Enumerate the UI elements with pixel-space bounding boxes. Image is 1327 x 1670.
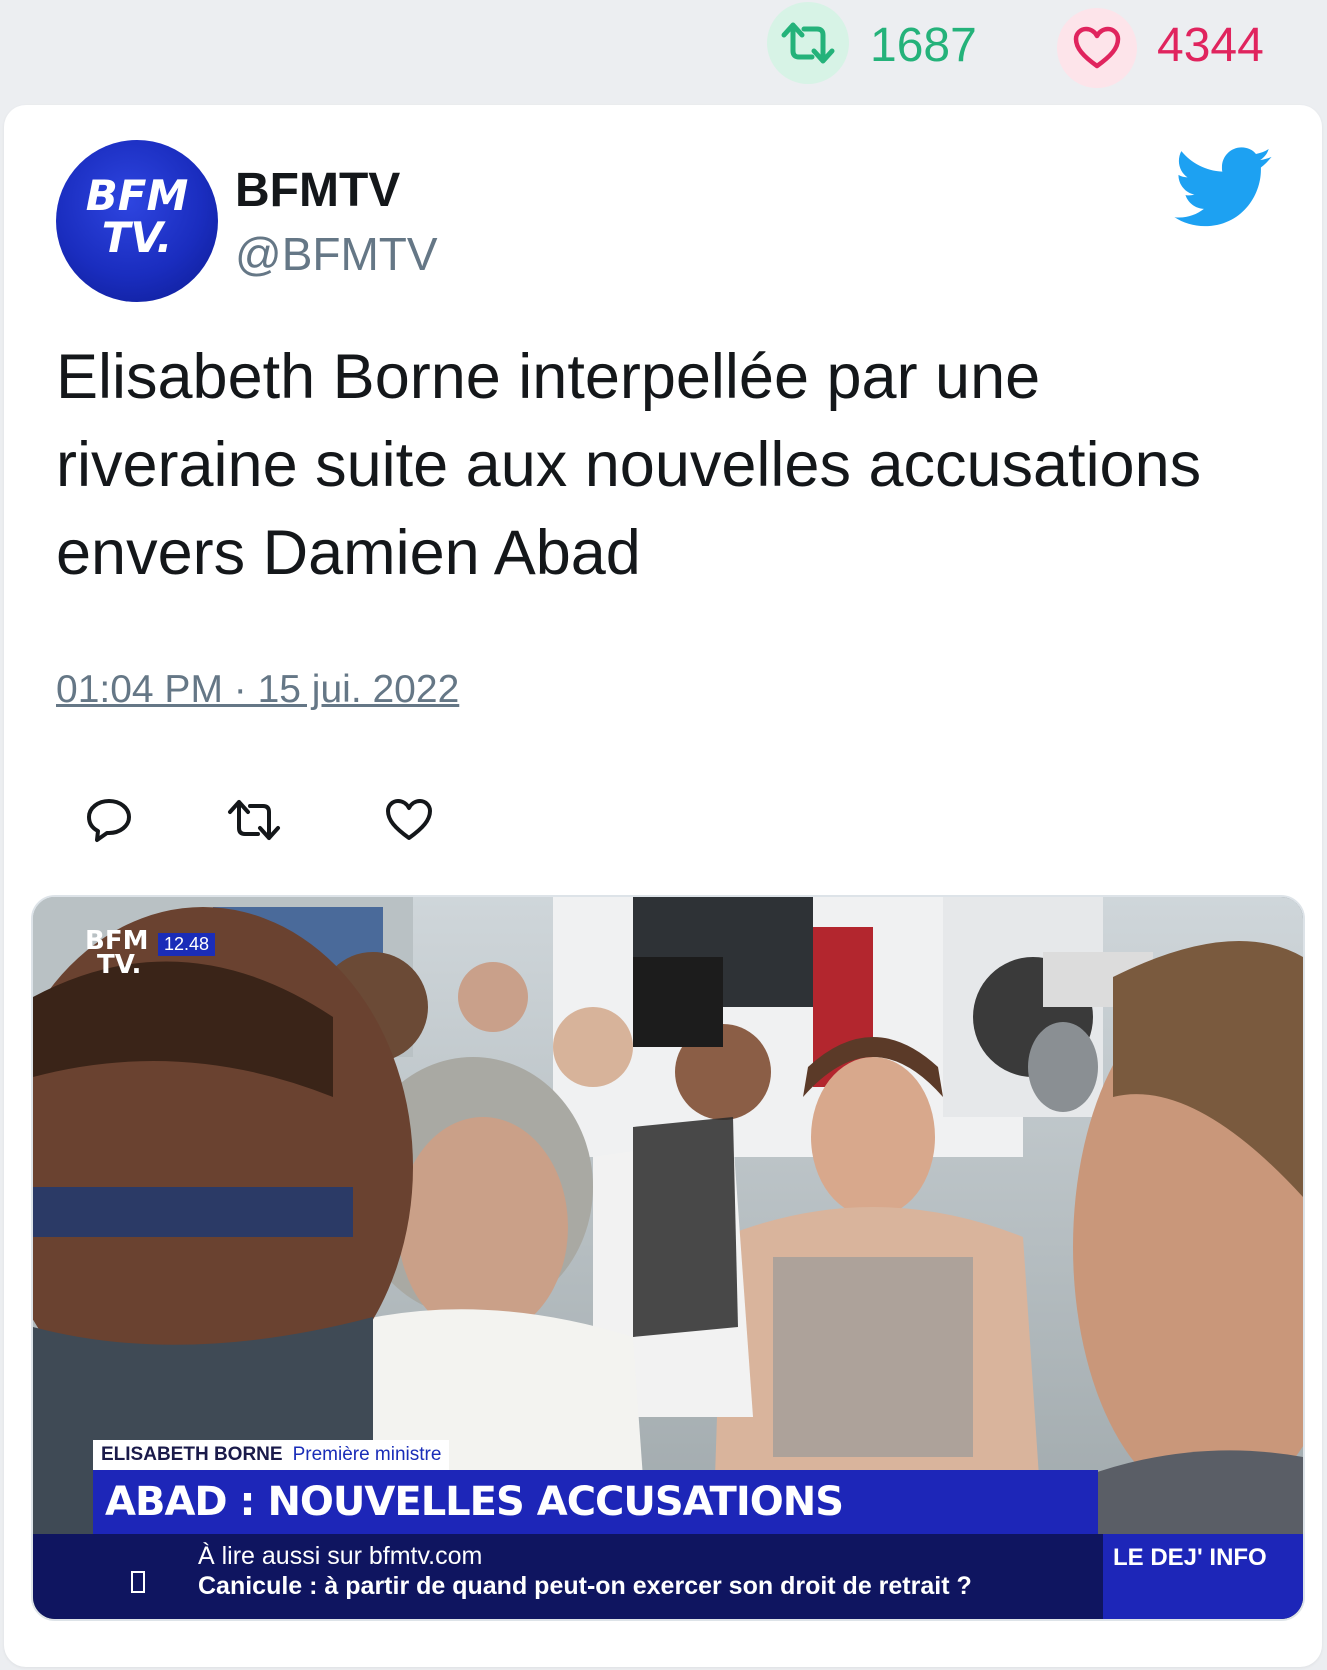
bfmtv-logo: BFM TV.: [86, 171, 189, 262]
tweet-text: Elisabeth Borne interpellée par une rive…: [56, 342, 1202, 588]
ticker-show-label: LE DEJ' INFO: [1113, 1544, 1267, 1571]
heart-icon: [1073, 26, 1121, 69]
retweet-count: 1687: [870, 19, 977, 72]
channel-logo: BFM TV.: [85, 928, 148, 980]
ticker-line2: Canicule : à partir de quand peut-on exe…: [198, 1572, 972, 1600]
news-ticker: À lire aussi sur bfmtv.com Canicule : à …: [33, 1534, 1303, 1619]
reply-button[interactable]: [74, 785, 144, 855]
avatar-text-line2: TV.: [102, 213, 173, 262]
lower-third-person: ELISABETH BORNE: [101, 1444, 283, 1465]
engagement-stats: 1687 4344: [0, 0, 1327, 100]
ticker-line1: À lire aussi sur bfmtv.com: [198, 1542, 483, 1570]
channel-logo-line2: TV.: [97, 950, 142, 980]
retweet-icon: [781, 22, 835, 64]
reply-icon: [87, 799, 131, 842]
retweet-stat-icon[interactable]: [767, 2, 849, 84]
retweet-icon: [228, 800, 280, 840]
author-handle[interactable]: @BFMTV: [235, 227, 438, 281]
heart-icon: [386, 799, 432, 840]
like-count: 4344: [1157, 19, 1264, 72]
phone-icon: [131, 1571, 145, 1593]
author-name[interactable]: BFMTV: [235, 163, 400, 218]
twitter-bird-icon[interactable]: [1174, 147, 1274, 229]
tweet-card: BFM TV. BFMTV @BFMTV Elisabeth Borne int…: [4, 105, 1322, 1667]
retweet-button[interactable]: [219, 785, 289, 855]
tweet-timestamp[interactable]: 01:04 PM · 15 jui. 2022: [56, 668, 459, 712]
like-button[interactable]: [374, 785, 444, 855]
news-headline-banner: ABAD : NOUVELLES ACCUSATIONS: [93, 1470, 1098, 1534]
lower-third-role: Première ministre: [292, 1444, 442, 1465]
lower-third-name: ELISABETH BORNE Première ministre: [93, 1440, 450, 1470]
ticker-show-name: LE DEJ' INFO: [1103, 1534, 1303, 1619]
broadcast-clock: 12.48: [158, 933, 216, 956]
tweet-media-image[interactable]: BFM TV. 12.48 ELISABETH BORNE Première m…: [31, 895, 1305, 1621]
avatar[interactable]: BFM TV.: [56, 140, 218, 302]
like-stat-icon[interactable]: [1057, 8, 1137, 88]
